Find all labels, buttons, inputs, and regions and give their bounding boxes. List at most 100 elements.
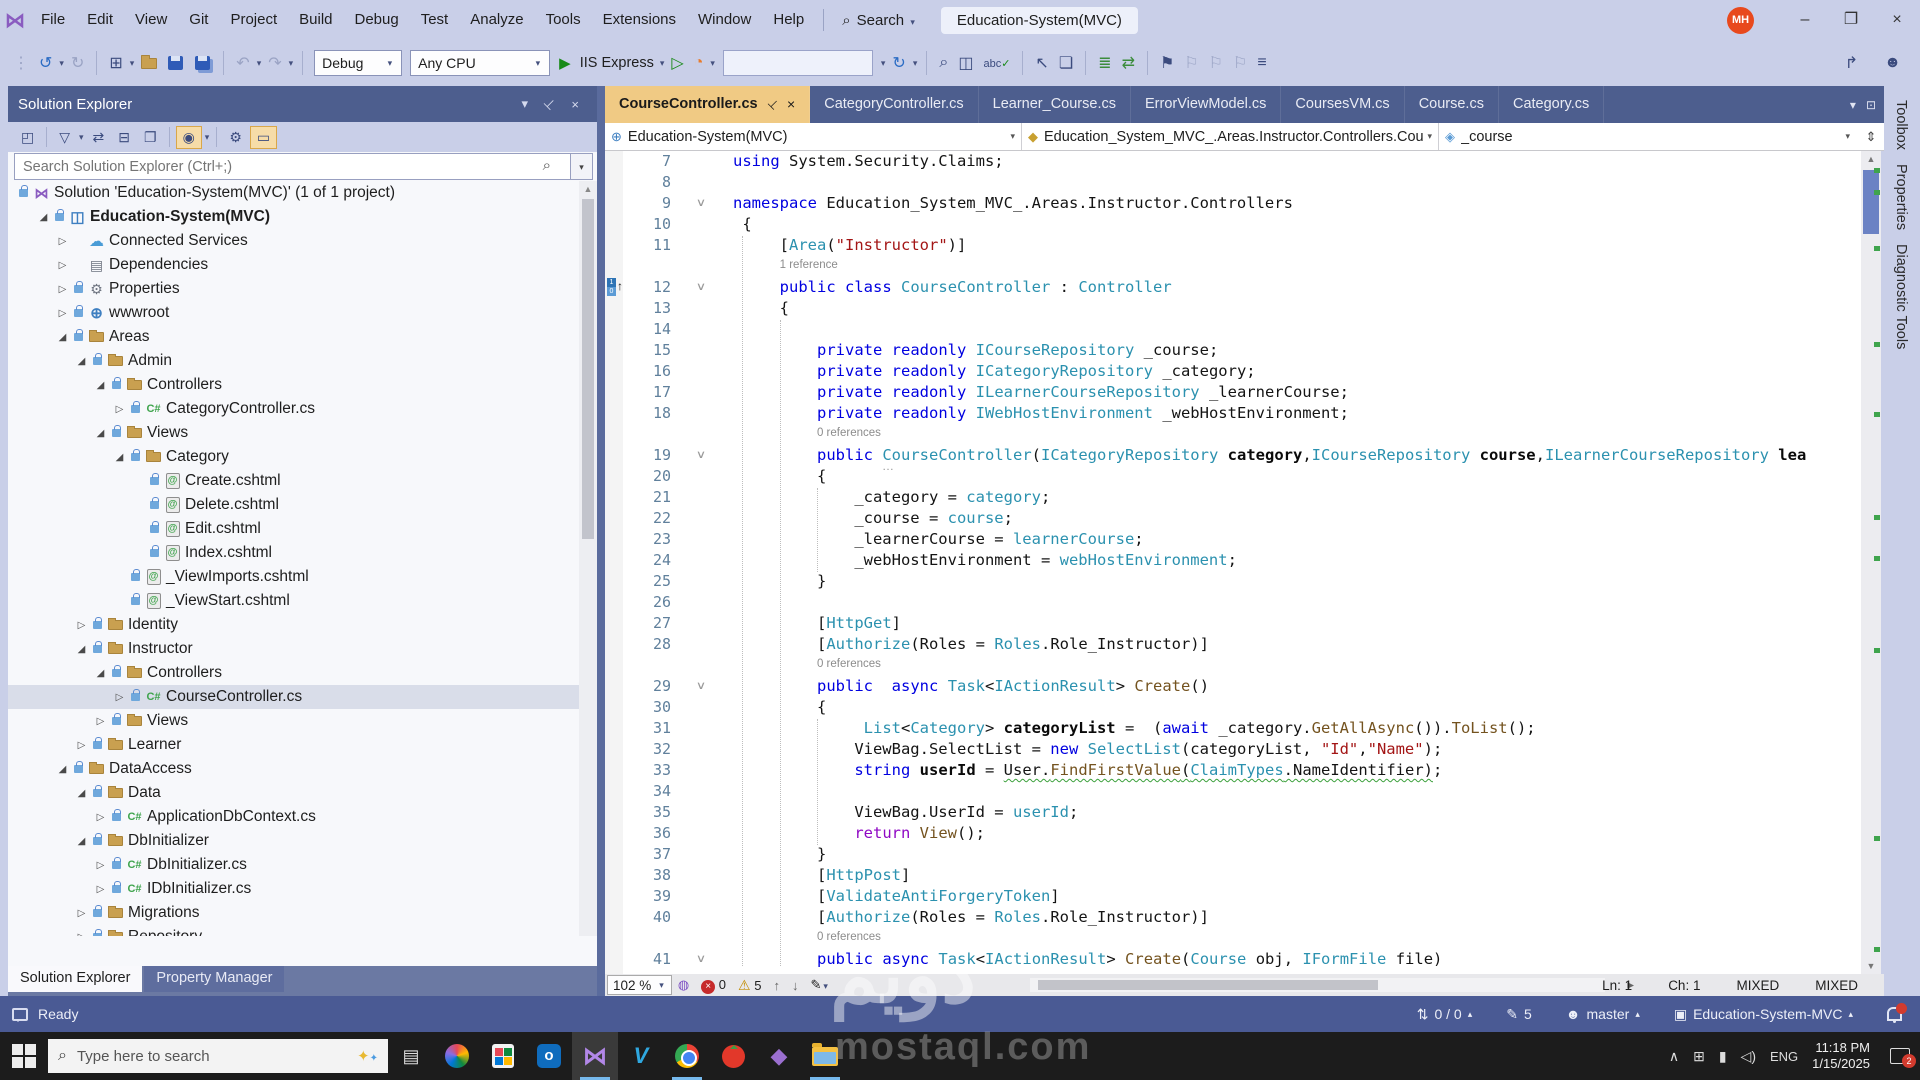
- search-menu-button[interactable]: ⌕ Search ▾: [832, 12, 927, 29]
- tree-item-create-cshtml[interactable]: @ Create.cshtml: [8, 469, 579, 493]
- fold-chevron-icon[interactable]: ∨: [696, 676, 706, 697]
- close-panel-icon[interactable]: ×: [563, 97, 587, 112]
- paste-format-icon[interactable]: ❏: [1054, 53, 1078, 73]
- breadcrumb-member[interactable]: ◈ _course ▾: [1439, 123, 1856, 150]
- encoding-indicator[interactable]: MIXED: [1815, 978, 1858, 993]
- window-position-icon[interactable]: ▾: [514, 96, 537, 112]
- codelens-references[interactable]: 0 references: [817, 931, 881, 943]
- new-project-icon[interactable]: ⊞: [104, 53, 127, 73]
- fold-chevron-icon[interactable]: ∨: [696, 949, 706, 970]
- pending-edits[interactable]: ✎ 5: [1506, 1006, 1532, 1023]
- collapse-icon[interactable]: ◢: [111, 452, 128, 463]
- scrollbar-thumb[interactable]: [582, 199, 594, 539]
- prev-issue-icon[interactable]: ↑: [767, 978, 786, 993]
- menu-item-project[interactable]: Project: [219, 0, 288, 40]
- panel-splitter[interactable]: [597, 86, 605, 996]
- collapse-icon[interactable]: ◢: [73, 356, 90, 367]
- tree-item-category[interactable]: ◢ Category: [8, 445, 579, 469]
- solution-configuration-select[interactable]: Debug ▾: [314, 50, 403, 76]
- expand-icon[interactable]: ▷: [73, 932, 90, 937]
- indent-icon[interactable]: ≣: [1093, 53, 1116, 73]
- document-tab-coursecontroller-cs[interactable]: CourseController.cs ⊥ ×: [605, 86, 811, 123]
- tree-item-wwwroot[interactable]: ▷ ⊕ wwwroot: [8, 301, 579, 325]
- clock[interactable]: 11:18 PM 1/15/2025: [1812, 1040, 1870, 1072]
- code-editor[interactable]: 7 using System.Security.Claims; 8 9 ∨ namespa…: [605, 151, 1861, 974]
- code-cleanup-icon[interactable]: ✎ ▾: [804, 977, 835, 993]
- tree-item-properties[interactable]: ▷ ⚙ Properties: [8, 277, 579, 301]
- run-target-label[interactable]: IIS Express: [580, 55, 654, 71]
- taskbar-icon-task-view[interactable]: ▤: [388, 1032, 434, 1080]
- git-repository[interactable]: ▣ Education-System-MVC ▴: [1674, 1006, 1853, 1023]
- menu-item-tools[interactable]: Tools: [535, 0, 592, 40]
- undo-icon[interactable]: ↶: [231, 53, 254, 73]
- tree-item--viewstart-cshtml[interactable]: @ _ViewStart.cshtml: [8, 589, 579, 613]
- spell-check-icon[interactable]: abc✓: [978, 57, 1015, 70]
- taskbar-icon-vs-code[interactable]: V: [618, 1032, 664, 1080]
- taskbar-icon-file-explorer[interactable]: [802, 1032, 848, 1080]
- git-branch[interactable]: ☻ master ▴: [1566, 1006, 1640, 1022]
- split-editor-icon[interactable]: ⇕: [1858, 123, 1884, 150]
- action-center-icon[interactable]: 2: [1890, 1048, 1916, 1068]
- health-indicator-icon[interactable]: ◍: [672, 977, 695, 993]
- tree-item-applicationdbcontext-cs[interactable]: ▷ C# ApplicationDbContext.cs: [8, 805, 579, 829]
- expand-icon[interactable]: ▷: [73, 740, 90, 751]
- save-all-icon[interactable]: [195, 56, 211, 70]
- menu-item-test[interactable]: Test: [410, 0, 460, 40]
- taskbar-icon-chrome[interactable]: [664, 1032, 710, 1080]
- bookmark-icon[interactable]: ⚑: [1155, 53, 1179, 73]
- scroll-up-icon[interactable]: ▲: [579, 181, 597, 197]
- document-tab-learner-course-cs[interactable]: Learner_Course.cs: [979, 86, 1131, 123]
- tree-item-views[interactable]: ◢ Views: [8, 421, 579, 445]
- editor-vertical-scrollbar[interactable]: ▲ ▼: [1861, 151, 1881, 974]
- avatar[interactable]: MH: [1727, 6, 1754, 34]
- menu-item-analyze[interactable]: Analyze: [459, 0, 534, 40]
- open-file-icon[interactable]: [141, 54, 158, 69]
- search-options-dropdown[interactable]: ▾: [571, 153, 593, 180]
- tree-item-index-cshtml[interactable]: @ Index.cshtml: [8, 541, 579, 565]
- scrollbar-thumb[interactable]: [1863, 170, 1879, 234]
- tree-item-idbinitializer-cs[interactable]: ▷ C# IDbInitializer.cs: [8, 877, 579, 901]
- codelens-references[interactable]: 1 reference: [780, 259, 838, 271]
- pin-icon[interactable]: ⊥: [534, 89, 565, 120]
- menu-item-git[interactable]: Git: [178, 0, 219, 40]
- tree-item-education-system-mvc-[interactable]: ◢ ◫ Education-System(MVC): [8, 205, 579, 229]
- taskbar-icon-copilot[interactable]: [434, 1032, 480, 1080]
- save-icon[interactable]: [168, 56, 184, 70]
- battery-icon[interactable]: ▮: [1719, 1048, 1727, 1065]
- start-button[interactable]: [0, 1032, 48, 1080]
- expand-icon[interactable]: ▷: [73, 908, 90, 919]
- background-tasks-icon[interactable]: [12, 1007, 28, 1022]
- collapse-icon[interactable]: ◢: [73, 788, 90, 799]
- collapse-icon[interactable]: ◢: [35, 212, 52, 223]
- collapse-icon[interactable]: ◢: [54, 332, 71, 343]
- close-tab-icon[interactable]: ×: [787, 86, 795, 123]
- breadcrumb-type[interactable]: ◆ Education_System_MVC_.Areas.Instructor…: [1022, 123, 1439, 150]
- tree-item-views[interactable]: ▷ Views: [8, 709, 579, 733]
- tree-item-admin[interactable]: ◢ Admin: [8, 349, 579, 373]
- expand-icon[interactable]: ▷: [92, 716, 109, 727]
- taskbar-icon-pomodoro[interactable]: [710, 1032, 756, 1080]
- document-tab-errorviewmodel-cs[interactable]: ErrorViewModel.cs: [1131, 86, 1282, 123]
- notifications-bell-icon[interactable]: [1887, 1003, 1907, 1023]
- expand-icon[interactable]: ▷: [54, 260, 71, 271]
- fold-chevron-icon[interactable]: ∨: [696, 277, 706, 298]
- track-active-item-icon[interactable]: ◉: [175, 125, 202, 149]
- taskbar-icon-visual-studio[interactable]: ⋈: [572, 1032, 618, 1080]
- scrollbar-thumb[interactable]: [1038, 980, 1378, 990]
- tree-item-delete-cshtml[interactable]: @ Delete.cshtml: [8, 493, 579, 517]
- warning-count[interactable]: ⚠ 5: [732, 977, 767, 994]
- tab-list-dropdown-icon[interactable]: ▾: [1850, 98, 1856, 112]
- tool-window-tab-diagnostic-tools[interactable]: Diagnostic Tools: [1893, 244, 1909, 349]
- menu-item-window[interactable]: Window: [687, 0, 762, 40]
- hidden-icons-chevron[interactable]: ∧: [1669, 1048, 1679, 1065]
- next-issue-icon[interactable]: ↓: [786, 978, 805, 993]
- pin-tab-icon[interactable]: ⊥: [756, 88, 790, 122]
- solution-explorer-title-bar[interactable]: Solution Explorer ▾ ⊥ ×: [8, 86, 597, 122]
- expand-icon[interactable]: ▷: [92, 860, 109, 871]
- panel-tab-solution-explorer[interactable]: Solution Explorer: [8, 966, 143, 992]
- navigate-back-icon[interactable]: ↺: [34, 53, 57, 73]
- volume-icon[interactable]: ◁): [1741, 1048, 1756, 1065]
- document-tab-categorycontroller-cs[interactable]: CategoryController.cs: [810, 86, 979, 123]
- tree-item-categorycontroller-cs[interactable]: ▷ C# CategoryController.cs: [8, 397, 579, 421]
- scroll-down-icon[interactable]: ▼: [1861, 958, 1881, 974]
